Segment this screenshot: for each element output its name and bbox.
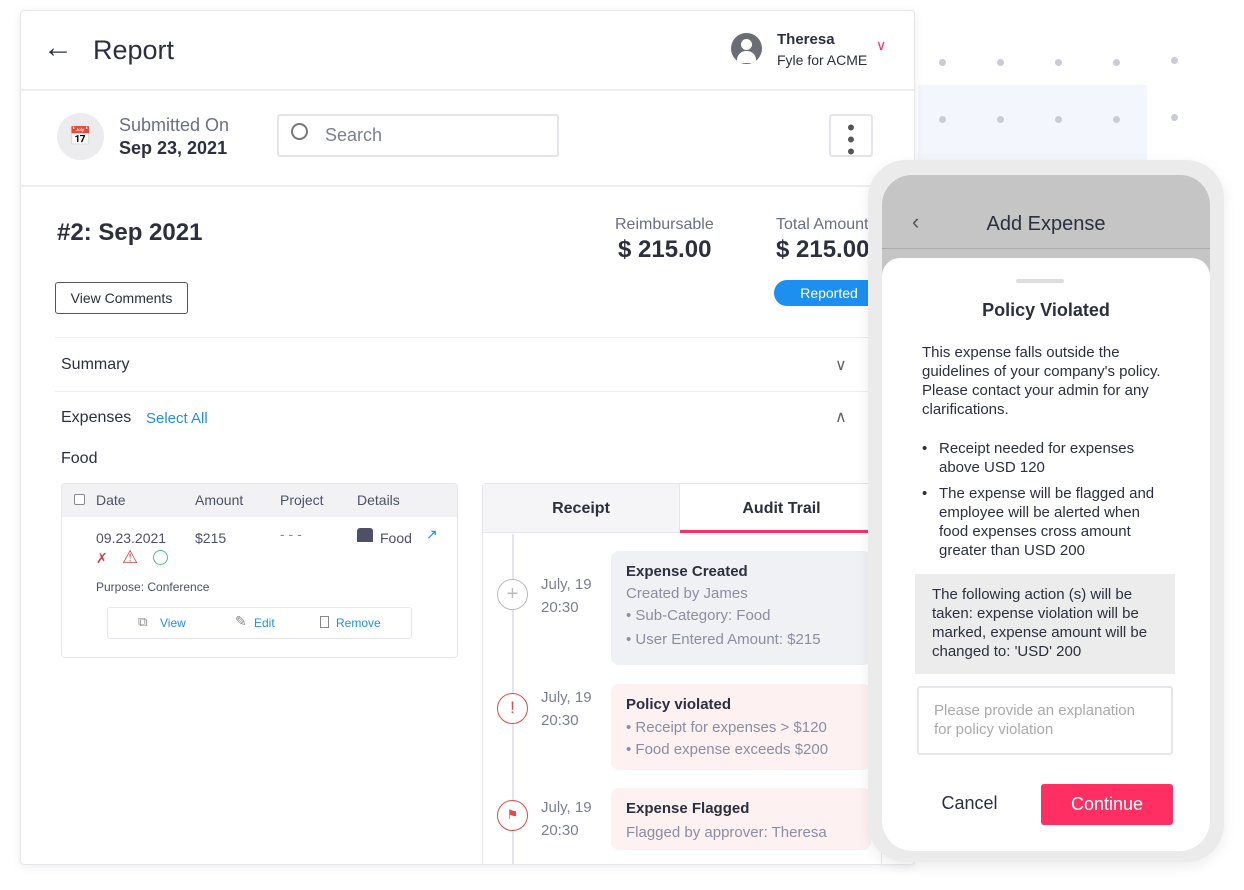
warning-icon: ⚠ bbox=[122, 547, 139, 567]
user-org: Fyle for ACME bbox=[777, 52, 868, 68]
expenses-label: Expenses bbox=[61, 409, 132, 426]
trash-icon bbox=[320, 616, 329, 628]
audit-card: Expense Flagged Flagged by approver: The… bbox=[611, 788, 871, 850]
policy-rule: • Receipt needed for expenses above USD 1… bbox=[922, 440, 1135, 476]
view-icon: ⧉ bbox=[138, 614, 148, 629]
detail-panel: Receipt Audit Trail + July, 19 20:30 Expe… bbox=[482, 483, 883, 864]
report-title: #2: Sep 2021 bbox=[57, 219, 203, 246]
audit-card: Expense Created Created by James • Sub-C… bbox=[611, 551, 871, 665]
continue-button[interactable]: Continue bbox=[1041, 784, 1173, 825]
back-arrow-icon[interactable]: ← bbox=[43, 31, 73, 65]
audit-title: Expense Created bbox=[626, 563, 748, 580]
select-all-link[interactable]: Select All bbox=[146, 410, 208, 427]
expense-table: Date Amount Project Details 09.23.2021 $… bbox=[61, 483, 458, 658]
reimbursable-label: Reimbursable bbox=[615, 216, 714, 233]
phone-screen: ‹ Add Expense Policy Violated This expen… bbox=[882, 175, 1210, 851]
audit-subtitle: Created by James bbox=[626, 585, 748, 602]
background-panel bbox=[918, 85, 1147, 160]
tab-audit-trail[interactable]: Audit Trail bbox=[680, 484, 883, 533]
row-details: Food bbox=[380, 530, 412, 546]
phone-title: Add Expense bbox=[986, 213, 1106, 235]
drag-handle[interactable] bbox=[1016, 279, 1064, 283]
audit-bullet: • Sub-Category: Food bbox=[626, 607, 771, 624]
open-external-icon[interactable]: ↗ bbox=[426, 526, 438, 543]
policy-sheet: Policy Violated This expense falls outsi… bbox=[882, 258, 1210, 851]
tab-audit-trail-label: Audit Trail bbox=[742, 500, 821, 517]
row-project: - - - bbox=[280, 526, 302, 542]
alert-icon: ! bbox=[497, 693, 528, 724]
remove-button[interactable]: Remove bbox=[336, 616, 381, 630]
audit-date: July, 19 bbox=[541, 799, 592, 816]
column-header-amount: Amount bbox=[195, 492, 244, 508]
audit-bullet: • User Entered Amount: $215 bbox=[626, 631, 821, 648]
policy-rule: • The expense will be flagged and employe… bbox=[922, 485, 1155, 559]
tab-receipt[interactable]: Receipt bbox=[483, 484, 680, 533]
audit-title: Policy violated bbox=[626, 696, 732, 713]
audit-bullet: • Receipt for expenses > $120 bbox=[626, 719, 827, 736]
column-header-project: Project bbox=[280, 492, 324, 508]
audit-time: 20:30 bbox=[541, 712, 579, 729]
column-header-date: Date bbox=[96, 492, 126, 508]
total-amount-label: Total Amount bbox=[776, 216, 869, 233]
category-label: Food bbox=[61, 450, 98, 467]
calendar-icon: 📅 bbox=[57, 113, 104, 160]
audit-subtitle: Flagged by approver: Theresa bbox=[626, 824, 827, 841]
action-note: The following action (s) will be taken: … bbox=[915, 574, 1175, 674]
edit-icon: ✎ bbox=[235, 613, 247, 629]
audit-card: Policy violated • Receipt for expenses >… bbox=[611, 684, 871, 770]
search-placeholder: Search bbox=[325, 125, 383, 145]
summary-label: Summary bbox=[61, 356, 130, 373]
avatar bbox=[731, 33, 762, 64]
audit-bullet: • Food expense exceeds $200 bbox=[626, 741, 829, 758]
user-menu[interactable]: Theresa Fyle for ACME ∨ bbox=[731, 31, 901, 71]
submitted-date: Sep 23, 2021 bbox=[119, 138, 228, 158]
search-icon bbox=[291, 123, 308, 140]
view-button[interactable]: View bbox=[160, 616, 186, 630]
search-input[interactable]: Search bbox=[277, 114, 559, 157]
more-options-button[interactable]: • • • bbox=[829, 114, 873, 163]
audit-date: July, 19 bbox=[541, 576, 592, 593]
tab-receipt-label: Receipt bbox=[552, 500, 610, 517]
audit-date: July, 19 bbox=[541, 689, 592, 706]
row-date: 09.23.2021 bbox=[96, 530, 167, 546]
audit-time: 20:30 bbox=[541, 599, 579, 616]
explanation-placeholder: Please provide an explanation for policy… bbox=[934, 702, 1135, 738]
view-comments-button[interactable]: View Comments bbox=[55, 282, 188, 314]
policy-description: This expense falls outside the guideline… bbox=[922, 344, 1161, 418]
reimbursable-value: $ 215.00 bbox=[618, 236, 712, 263]
explanation-input[interactable]: Please provide an explanation for policy… bbox=[917, 686, 1173, 755]
plus-icon: + bbox=[497, 579, 528, 610]
chevron-up-icon[interactable]: ∧ bbox=[835, 407, 847, 427]
sheet-title: Policy Violated bbox=[982, 300, 1110, 320]
chevron-down-icon[interactable]: ∨ bbox=[876, 37, 886, 54]
row-amount: $215 bbox=[195, 530, 227, 546]
flag-icon: ⚑ bbox=[497, 800, 528, 831]
report-card: ← Report Theresa Fyle for ACME ∨ 📅 Submi… bbox=[20, 10, 915, 865]
submitted-label: Submitted On bbox=[119, 115, 230, 135]
cancel-button[interactable]: Cancel bbox=[922, 793, 1017, 821]
summary-section-toggle[interactable]: Summary ∨ bbox=[55, 349, 855, 389]
no-receipt-icon: ✗ bbox=[96, 550, 108, 566]
edit-button[interactable]: Edit bbox=[254, 616, 275, 630]
chevron-down-icon: ∨ bbox=[835, 357, 847, 374]
total-amount-value: $ 215.00 bbox=[776, 236, 870, 263]
audit-title: Expense Flagged bbox=[626, 800, 750, 817]
audit-time: 20:30 bbox=[541, 822, 579, 839]
row-purpose: Purpose: Conference bbox=[96, 580, 210, 594]
user-name: Theresa bbox=[777, 31, 835, 48]
phone-mockup: ‹ Add Expense Policy Violated This expen… bbox=[868, 160, 1224, 862]
select-all-checkbox[interactable] bbox=[74, 494, 85, 505]
page-title: Report bbox=[93, 35, 175, 65]
row-actions: ⧉ View ✎ Edit Remove bbox=[107, 607, 412, 639]
food-icon bbox=[357, 528, 373, 542]
column-header-details: Details bbox=[357, 492, 400, 508]
sync-icon bbox=[153, 550, 168, 565]
